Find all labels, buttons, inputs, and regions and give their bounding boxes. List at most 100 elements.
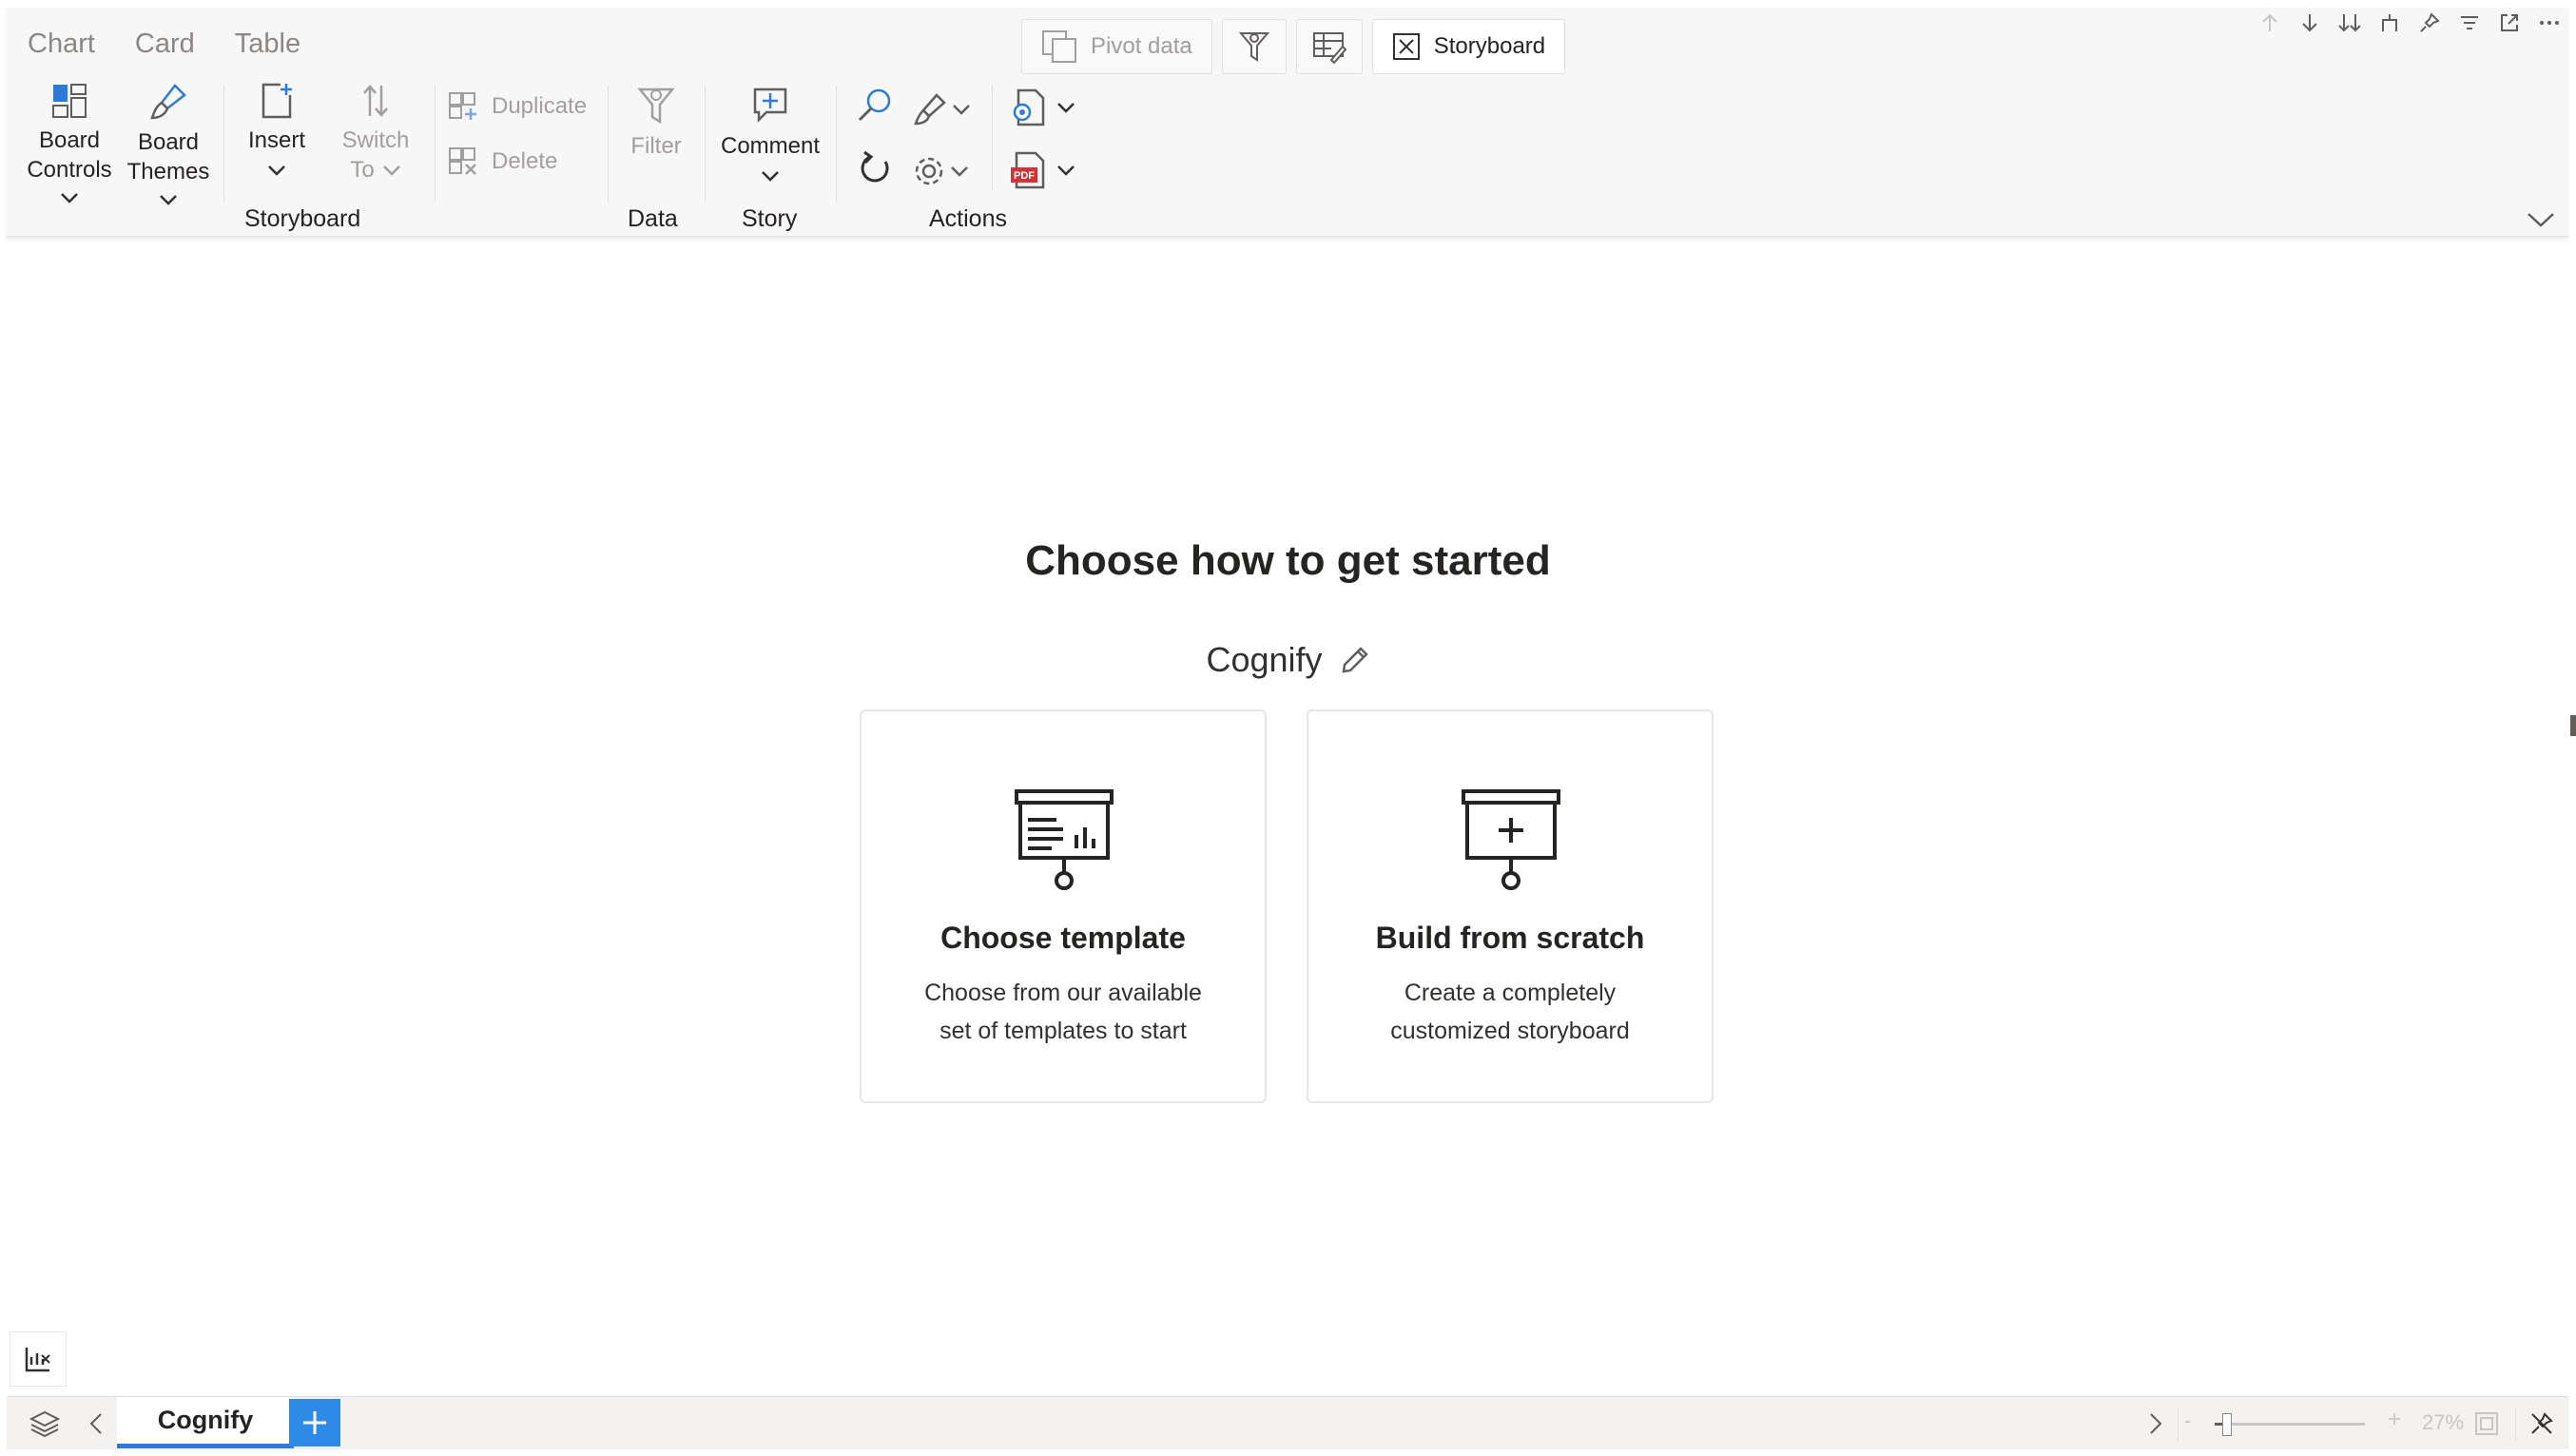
expand-hierarchy-icon[interactable] [2378, 11, 2401, 34]
pdf-icon: PDF [1011, 151, 1045, 189]
card-title: Build from scratch [1375, 921, 1645, 955]
arrow-up-icon[interactable] [2258, 11, 2281, 34]
chevron-down-icon [268, 165, 285, 176]
top-tabs: Chart Card Table [28, 29, 300, 60]
settings-button[interactable] [912, 154, 978, 188]
storyboard-toggle-button[interactable]: Storyboard [1371, 19, 1566, 74]
board-themes-label-2: Themes [126, 159, 210, 184]
switch-to-row: To [350, 155, 400, 184]
chevron-down-icon [951, 166, 968, 177]
double-arrow-down-icon[interactable] [2338, 11, 2361, 34]
more-options-icon[interactable] [2538, 11, 2561, 34]
tab-chart[interactable]: Chart [28, 29, 95, 60]
card-description: Create a completely customized storyboar… [1346, 974, 1674, 1050]
export-settings-icon [1013, 88, 1045, 126]
refresh-icon [861, 150, 889, 183]
card-description-line: Create a completely [1404, 980, 1617, 1006]
chevron-down-icon [1057, 103, 1075, 113]
story-name-row: Cognify [0, 640, 2576, 680]
close-box-icon [1392, 33, 1420, 60]
switch-to-label-2: To [350, 157, 375, 183]
chevron-down-icon [953, 105, 970, 115]
export-settings-button[interactable] [1009, 87, 1085, 127]
refresh-button[interactable] [853, 150, 897, 186]
pivot-data-button[interactable]: Pivot data [1021, 19, 1212, 74]
fit-to-page-icon[interactable] [2469, 1407, 2504, 1441]
board-themes-label-1: Board [137, 129, 200, 155]
right-edge-handle[interactable] [2570, 715, 2576, 736]
zoom-in-button[interactable]: + [2388, 1407, 2401, 1433]
zoom-out-button[interactable]: - [2184, 1408, 2191, 1433]
board-controls-label-1: Board [38, 127, 101, 153]
format-painter-button[interactable] [912, 91, 978, 127]
delete-label: Delete [492, 148, 558, 174]
insert-icon [261, 83, 292, 119]
switch-icon [363, 85, 388, 117]
edit-table-icon [1312, 32, 1346, 64]
comment-button[interactable]: Comment [712, 84, 828, 182]
build-from-scratch-card[interactable]: Build from scratch Create a completely c… [1307, 709, 1714, 1103]
choose-template-card[interactable]: Choose template Choose from our availabl… [860, 709, 1267, 1103]
filter-lines-icon[interactable] [2458, 11, 2481, 34]
chevron-left-icon[interactable] [79, 1407, 113, 1441]
status-divider [2515, 1407, 2516, 1441]
duplicate-label: Duplicate [492, 93, 588, 119]
presentation-add-icon [1462, 789, 1560, 890]
page-title: Choose how to get started [1025, 537, 1551, 584]
zoom-slider-thumb[interactable] [2222, 1413, 2232, 1436]
center-tools: Pivot data Storyboard [1021, 19, 1566, 74]
search-icon [858, 88, 891, 122]
pencil-icon[interactable] [1340, 645, 1370, 675]
svg-text:PDF: PDF [1014, 170, 1035, 182]
chevron-right-icon[interactable] [2139, 1407, 2173, 1441]
chevron-down-icon [1057, 165, 1075, 176]
chevron-down-icon [160, 195, 177, 205]
pin-off-icon[interactable] [2525, 1407, 2559, 1441]
group-label-story: Story [742, 205, 798, 232]
add-page-button[interactable] [289, 1399, 340, 1446]
pivot-icon [1042, 30, 1076, 63]
filter-icon [1238, 32, 1269, 62]
ribbon-separator [992, 86, 993, 190]
board-controls-button[interactable]: Board Controls [22, 82, 117, 204]
insert-button[interactable]: Insert [233, 82, 320, 176]
card-description: Choose from our available set of templat… [900, 974, 1227, 1050]
collapse-ribbon-icon[interactable] [2527, 211, 2555, 228]
format-pane-button[interactable] [1295, 19, 1363, 74]
format-icon [914, 93, 946, 126]
comment-label: Comment [720, 133, 821, 159]
arrow-down-icon[interactable] [2298, 11, 2321, 34]
zoom-slider[interactable] [2215, 1413, 2365, 1436]
pin-icon[interactable] [2418, 11, 2441, 34]
filter-icon [637, 87, 675, 125]
ribbon-separator [435, 86, 436, 202]
board-controls-label-2: Controls [27, 157, 112, 183]
filter-label: Filter [630, 133, 682, 159]
visual-header-controls [2258, 11, 2561, 34]
card-description-line: set of templates to start [939, 1018, 1187, 1044]
switch-to-button[interactable]: Switch To [330, 82, 421, 184]
tab-table[interactable]: Table [235, 29, 300, 60]
card-description-line: Choose from our available [924, 980, 1202, 1006]
search-button[interactable] [853, 86, 897, 124]
board-themes-button[interactable]: Board Themes [121, 82, 216, 205]
tab-card[interactable]: Card [135, 29, 195, 60]
visual-analytics-button[interactable] [10, 1331, 67, 1387]
insert-label: Insert [247, 127, 306, 153]
focus-mode-icon[interactable] [2498, 11, 2521, 34]
export-pdf-button[interactable]: PDF [1009, 150, 1085, 190]
chevron-down-icon [762, 171, 779, 182]
ribbon-separator [836, 86, 837, 202]
settings-icon [915, 157, 943, 185]
page-tab-cognify[interactable]: Cognify [117, 1397, 294, 1448]
filter-button[interactable]: Filter [615, 84, 697, 161]
pivot-data-label: Pivot data [1091, 33, 1192, 59]
card-description-line: customized storyboard [1390, 1018, 1630, 1044]
group-label-actions: Actions [929, 205, 1007, 232]
delete-button[interactable]: Delete [448, 146, 557, 177]
duplicate-button[interactable]: Duplicate [448, 91, 587, 122]
card-title: Choose template [940, 921, 1186, 955]
zoom-level-label: 27% [2422, 1410, 2465, 1434]
layers-icon[interactable] [28, 1407, 62, 1441]
filter-pane-button[interactable] [1221, 19, 1287, 74]
